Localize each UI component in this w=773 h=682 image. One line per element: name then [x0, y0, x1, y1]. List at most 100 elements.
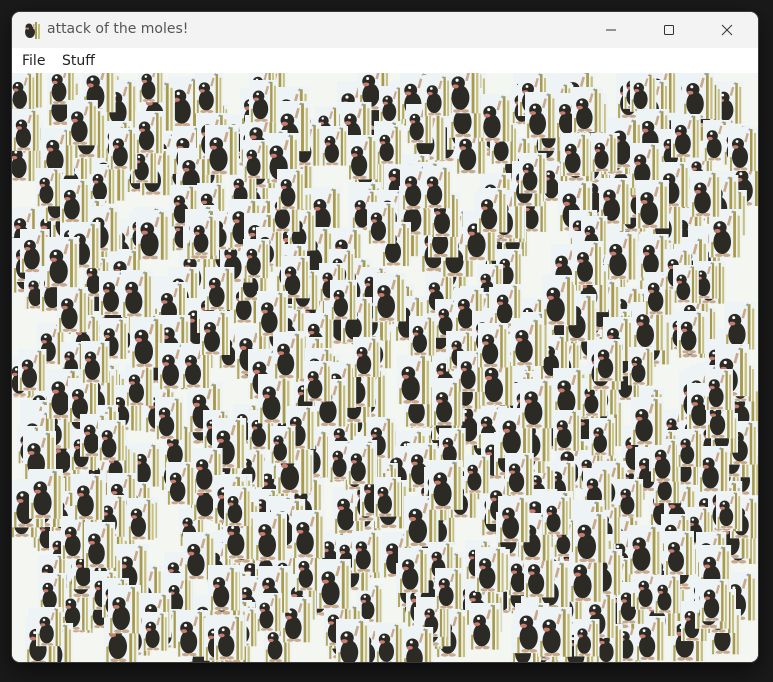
mole-sprite[interactable]: [543, 496, 570, 535]
mole-sprite[interactable]: [142, 612, 169, 651]
mole-sprite[interactable]: [605, 232, 638, 280]
mole-sprite[interactable]: [81, 341, 110, 383]
mole-sprite[interactable]: [352, 531, 381, 573]
mole-sprite[interactable]: [273, 332, 305, 379]
mole-sprite[interactable]: [257, 291, 288, 337]
mole-sprite[interactable]: [121, 270, 154, 318]
mole-sprite[interactable]: [98, 420, 126, 461]
mole-sprite[interactable]: [435, 568, 463, 609]
mole-sprite[interactable]: [73, 474, 105, 520]
mole-sprite[interactable]: [45, 237, 80, 288]
mole-sprite[interactable]: [574, 619, 600, 657]
mole-sprite[interactable]: [447, 73, 481, 114]
mole-sprite[interactable]: [538, 607, 572, 657]
mole-sprite[interactable]: [243, 140, 270, 179]
mole-sprite[interactable]: [60, 179, 90, 223]
mole-sprite[interactable]: [553, 410, 581, 451]
mole-sprite[interactable]: [677, 311, 707, 354]
mole-sprite[interactable]: [724, 302, 757, 350]
mole-sprite[interactable]: [423, 166, 452, 209]
mole-sprite[interactable]: [249, 80, 278, 123]
mole-sprite[interactable]: [630, 73, 657, 112]
mole-sprite[interactable]: [690, 171, 722, 217]
mole-sprite[interactable]: [18, 349, 47, 391]
mole-sprite[interactable]: [511, 318, 544, 366]
mole-sprite[interactable]: [671, 114, 701, 158]
mole-sprite[interactable]: [682, 73, 715, 119]
mole-sprite[interactable]: [57, 287, 88, 333]
mole-sprite[interactable]: [477, 188, 508, 233]
mole-sprite[interactable]: [243, 239, 270, 279]
mole-sprite[interactable]: [347, 443, 376, 485]
mole-sprite[interactable]: [224, 486, 252, 527]
mole-sprite[interactable]: [321, 126, 348, 166]
mole-sprite[interactable]: [561, 133, 591, 177]
mole-sprite[interactable]: [631, 397, 664, 445]
mole-sprite[interactable]: [591, 133, 618, 172]
mole-sprite[interactable]: [277, 169, 305, 210]
mole-sprite[interactable]: [330, 280, 357, 320]
mole-sprite[interactable]: [317, 559, 351, 609]
mole-sprite[interactable]: [136, 210, 170, 260]
mole-sprite[interactable]: [628, 525, 662, 575]
mole-sprite[interactable]: [166, 462, 196, 505]
mole-sprite[interactable]: [520, 379, 554, 429]
mole-sprite[interactable]: [200, 311, 230, 355]
mole-sprite[interactable]: [376, 125, 403, 165]
title-bar[interactable]: attack of the moles!: [12, 12, 758, 48]
mole-sprite[interactable]: [12, 109, 41, 151]
mole-sprite[interactable]: [48, 73, 76, 105]
mole-sprite[interactable]: [705, 369, 733, 410]
minimize-button[interactable]: [588, 12, 634, 48]
mole-sprite[interactable]: [375, 623, 404, 662]
mole-sprite[interactable]: [214, 615, 245, 660]
mole-sprite[interactable]: [429, 460, 463, 510]
mole-sprite[interactable]: [304, 361, 332, 402]
mole-sprite[interactable]: [353, 337, 381, 378]
mole-sprite[interactable]: [176, 610, 208, 657]
mole-sprite[interactable]: [195, 73, 224, 114]
mole-sprite[interactable]: [700, 579, 729, 622]
mole-sprite[interactable]: [39, 573, 66, 613]
mole-sprite[interactable]: [138, 73, 165, 103]
mole-sprite[interactable]: [254, 512, 287, 561]
mole-sprite[interactable]: [336, 619, 370, 662]
mole-sprite[interactable]: [475, 547, 506, 592]
mole-sprite[interactable]: [590, 418, 616, 456]
close-button[interactable]: [704, 12, 750, 48]
mole-sprite[interactable]: [155, 397, 184, 440]
maximize-button[interactable]: [646, 12, 692, 48]
mole-sprite[interactable]: [205, 267, 235, 311]
mole-sprite[interactable]: [367, 202, 396, 244]
mole-sprite[interactable]: [36, 168, 63, 207]
mole-sprite[interactable]: [67, 100, 98, 146]
mole-sprite[interactable]: [572, 87, 603, 133]
mole-sprite[interactable]: [29, 469, 63, 519]
mole-sprite[interactable]: [373, 273, 406, 322]
mole-sprite[interactable]: [728, 127, 758, 171]
mole-sprite[interactable]: [108, 585, 141, 634]
mole-sprite[interactable]: [205, 125, 239, 175]
mole-sprite[interactable]: [478, 323, 509, 368]
mole-sprite[interactable]: [498, 496, 530, 543]
mole-sprite[interactable]: [505, 453, 534, 496]
mole-sprite[interactable]: [12, 73, 36, 112]
mole-sprite[interactable]: [125, 364, 154, 406]
mole-sprite[interactable]: [673, 265, 699, 303]
mole-sprite[interactable]: [594, 339, 623, 382]
mole-sprite[interactable]: [654, 575, 681, 614]
mole-sprite[interactable]: [519, 153, 547, 194]
mole-sprite[interactable]: [402, 627, 434, 662]
mole-sprite[interactable]: [292, 510, 325, 558]
mole-sprite[interactable]: [256, 593, 283, 632]
mole-sprite[interactable]: [374, 477, 401, 517]
mole-canvas[interactable]: [12, 73, 758, 662]
mole-sprite[interactable]: [542, 275, 577, 326]
menu-file[interactable]: File: [20, 53, 47, 69]
mole-sprite[interactable]: [479, 94, 512, 142]
mole-sprite[interactable]: [409, 316, 436, 356]
mole-sprite[interactable]: [397, 354, 432, 405]
mole-sprite[interactable]: [209, 566, 240, 611]
mole-sprite[interactable]: [716, 491, 742, 529]
mole-sprite[interactable]: [398, 548, 429, 593]
